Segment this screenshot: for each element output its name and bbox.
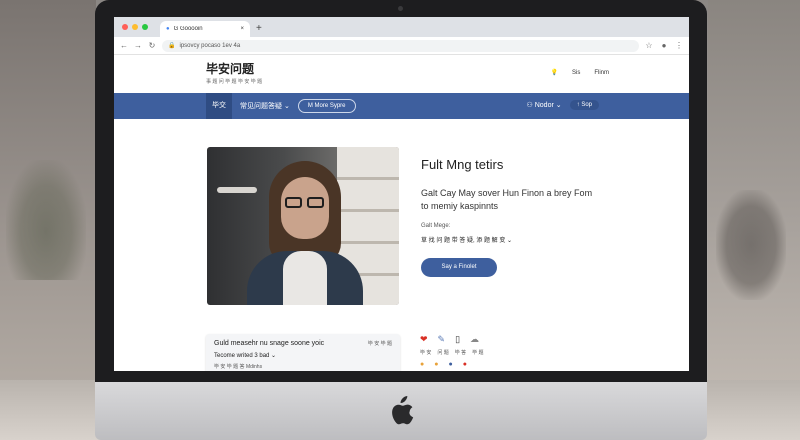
cloud-icon[interactable]: ☁ — [470, 334, 479, 345]
hero-select-value: 草 找 问 题 带 答 疑, 添 题 解 变 — [421, 238, 506, 244]
share-label-3: 毕 答 — [454, 350, 467, 356]
close-dot[interactable] — [122, 24, 128, 30]
glasses — [285, 197, 325, 208]
profile-icon[interactable]: ● — [660, 41, 668, 50]
camera — [398, 6, 403, 11]
monitor-bezel: ● G Gooooin × + ← → ↻ 🔒 ipsovcy pocaso 1… — [95, 0, 707, 382]
background-chair — [716, 190, 786, 300]
hero-select[interactable]: 草 找 问 题 带 答 疑, 添 题 解 变 ⌄ — [421, 235, 661, 244]
share-label-2: 问 题 — [437, 350, 449, 356]
menu-icon[interactable]: ⋮ — [675, 41, 683, 50]
nav-menu-faq[interactable]: 常见问题答疑 ⌄ — [240, 101, 290, 111]
nav-user-menu[interactable]: ⚇ Nodor ⌄ — [527, 101, 562, 109]
bulb-icon[interactable]: 💡 — [551, 69, 558, 76]
hero-desc-line2: to memiy kaspinnts — [421, 201, 499, 211]
arrow-up-icon: ↑ — [576, 102, 580, 108]
hero-label: Galt Mege: — [421, 223, 451, 229]
logo-tagline: 事 题 问 毕 题 毕 安 毕 题 — [206, 79, 263, 85]
back-icon[interactable]: ← — [120, 41, 128, 50]
profile-photo — [207, 147, 399, 305]
header-link-flinm[interactable]: Flinm — [594, 70, 609, 76]
nav-top-label: Sop — [581, 102, 592, 108]
link-icon[interactable]: ● — [448, 361, 452, 368]
nav-top-button[interactable]: ↑ Sop — [569, 100, 599, 110]
share-label-1: 毕 安 — [420, 350, 432, 356]
lock-icon: 🔒 — [168, 43, 176, 49]
card-title: Guld measehr nu snage soone yoic — [214, 340, 325, 347]
hero-title: Fult Mng tetirs — [421, 157, 504, 172]
lamp — [217, 187, 257, 193]
background-plant — [6, 160, 86, 280]
hero-info: Fult Mng tetirs Galt Cay May sover Hun F… — [421, 157, 661, 277]
hero-desc-line1: Galt Cay May sover Hun Finon a brey Fom — [421, 188, 593, 198]
nav-user-label: Nodor — [534, 102, 554, 109]
url-field[interactable]: 🔒 ipsovcy pocaso 1ev 4a — [162, 39, 639, 52]
main-content: Fult Mng tetirs Galt Cay May sover Hun F… — [114, 119, 689, 371]
nav-home[interactable]: 毕交 — [206, 93, 232, 119]
chevron-down-icon: ⌄ — [555, 102, 562, 109]
reload-icon[interactable]: ↻ — [148, 41, 156, 50]
favicon-icon: ● — [166, 26, 170, 32]
address-bar: ← → ↻ 🔒 ipsovcy pocaso 1ev 4a ☆ ● ⋮ — [114, 37, 689, 55]
star-icon[interactable]: ● — [434, 361, 438, 368]
phone-icon[interactable]: ▯ — [455, 334, 460, 345]
tab-close-icon[interactable]: × — [240, 26, 244, 32]
nav-menu-label: 常见问题答疑 — [240, 103, 282, 110]
monitor: ● G Gooooin × + ← → ↻ 🔒 ipsovcy pocaso 1… — [95, 0, 707, 440]
chevron-down-icon: ⌄ — [283, 103, 290, 110]
heart-icon[interactable]: ❤ — [420, 334, 428, 345]
smile-icon[interactable]: ● — [420, 361, 424, 368]
shirt — [283, 251, 327, 305]
forward-icon[interactable]: → — [134, 41, 142, 50]
apple-logo-icon — [392, 396, 414, 425]
card-subtitle-text: Tecome writed 3 bad — [214, 353, 270, 359]
chevron-down-icon: ⌄ — [271, 353, 277, 359]
info-card[interactable]: Guld measehr nu snage soone yoic 毕 安 毕 题… — [206, 334, 400, 371]
site-header: 毕安问题 事 题 问 毕 题 毕 安 毕 题 💡 Sis Flinm — [114, 55, 689, 93]
url-text: ipsovcy pocaso 1ev 4a — [179, 42, 241, 49]
logo-text: 毕安问题 — [206, 62, 255, 76]
monitor-chin — [95, 382, 707, 440]
card-footnote: 毕 安 毕 题 答 Mdinhs — [214, 364, 263, 370]
cta-button[interactable]: Say a Finolet — [421, 258, 497, 277]
site-logo[interactable]: 毕安问题 事 题 问 毕 题 毕 安 毕 题 — [206, 63, 262, 85]
hero-description: Galt Cay May sover Hun Finon a brey Fom … — [421, 187, 661, 213]
chevron-down-icon: ⌄ — [507, 238, 513, 244]
nav-more-button[interactable]: M More Sypre — [297, 99, 356, 113]
share-label-4: 毕 题 — [472, 350, 484, 356]
tab-title: G Gooooin — [173, 26, 203, 32]
tools-icon[interactable]: ✎ — [438, 334, 446, 345]
maximize-dot[interactable] — [142, 24, 148, 30]
user-icon: ⚇ — [526, 102, 533, 109]
header-link-sis[interactable]: Sis — [572, 70, 580, 76]
share-panel: ❤ ✎ ▯ ☁ 毕 安 问 题 毕 答 毕 题 ● ● ● ● — [420, 334, 530, 368]
bookmark-icon[interactable]: ☆ — [645, 41, 653, 50]
main-navbar: 毕交 常见问题答疑 ⌄ M More Sypre ⚇ Nodor ⌄ ↑ Sop — [114, 93, 689, 119]
minimize-dot[interactable] — [132, 24, 138, 30]
browser-tabbar: ● G Gooooin × + — [114, 17, 689, 37]
card-subtitle[interactable]: Tecome writed 3 bad ⌄ — [214, 352, 392, 359]
browser-tab[interactable]: ● G Gooooin × — [160, 21, 250, 37]
face — [281, 177, 329, 239]
screen: ● G Gooooin × + ← → ↻ 🔒 ipsovcy pocaso 1… — [114, 17, 689, 371]
window-controls — [122, 24, 148, 30]
card-tag: 毕 安 毕 题 — [367, 341, 392, 347]
new-tab-button[interactable]: + — [256, 21, 262, 37]
flag-icon[interactable]: ● — [463, 361, 467, 368]
